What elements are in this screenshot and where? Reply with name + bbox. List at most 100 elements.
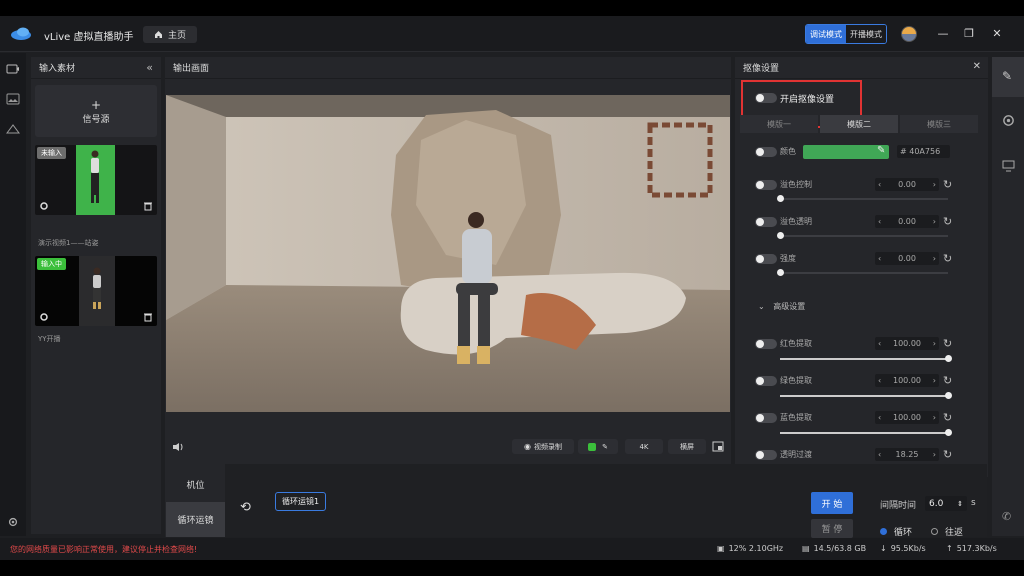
loop-camera-chip[interactable]: 循环运镜1 (275, 492, 326, 511)
tab-template-3[interactable]: 模版三 (900, 115, 978, 133)
param-slider[interactable] (780, 429, 952, 436)
settings-icon[interactable] (6, 516, 20, 528)
param-slider[interactable] (780, 355, 952, 362)
strength-toggle[interactable] (755, 254, 777, 264)
settings-icon[interactable] (1002, 114, 1015, 127)
chevron-left-icon[interactable]: ‹ (878, 376, 881, 385)
scene-icon[interactable] (6, 123, 20, 135)
volume-icon[interactable] (172, 442, 184, 452)
monitor-icon[interactable] (1002, 160, 1015, 172)
chevron-right-icon[interactable]: › (933, 254, 936, 263)
live-mode-button[interactable]: 开播模式 (846, 25, 886, 43)
video-record-button[interactable]: ◉ 视频录制 (512, 439, 574, 454)
spill-control-toggle[interactable] (755, 180, 777, 190)
enable-keying-label: 开启抠像设置 (780, 95, 835, 105)
alpha-transition-toggle[interactable] (755, 450, 777, 460)
chevron-left-icon[interactable]: ‹ (878, 217, 881, 226)
reset-icon[interactable]: ↻ (943, 252, 952, 265)
param-stepper[interactable]: ‹ 0.00 › (875, 178, 939, 191)
param-stepper[interactable]: ‹ 100.00 › (875, 337, 939, 350)
add-source-button[interactable]: + 信号源 (35, 85, 157, 137)
interval-stepper[interactable]: 6.0 ⇕ (925, 496, 967, 511)
reset-icon[interactable]: ↻ (943, 411, 952, 424)
home-button[interactable]: 主页 (143, 26, 197, 43)
spill-transparency-toggle[interactable] (755, 217, 777, 227)
tab-camera-position[interactable]: 机位 (166, 468, 225, 500)
chevron-right-icon[interactable]: › (933, 217, 936, 226)
phone-icon[interactable]: ✆ (1002, 510, 1011, 523)
param-stepper[interactable]: ‹ 18.25 › (875, 448, 939, 461)
avatar[interactable] (901, 26, 917, 42)
collapse-icon[interactable]: « (146, 61, 153, 74)
resolution-button[interactable]: 4K (625, 439, 663, 454)
chevron-right-icon[interactable]: › (933, 413, 936, 422)
restore-icon[interactable]: ❐ (961, 25, 977, 41)
param-label: 溢色控制 (780, 180, 812, 189)
orientation-button[interactable]: 横屏 (668, 439, 706, 454)
chevron-right-icon[interactable]: › (933, 376, 936, 385)
param-stepper[interactable]: ‹ 100.00 › (875, 411, 939, 424)
param-slider[interactable] (777, 232, 948, 239)
blue-extract-toggle[interactable] (755, 413, 777, 423)
advanced-settings-toggle[interactable]: ⌄ 高级设置 (758, 301, 805, 312)
home-label: 主页 (167, 31, 186, 41)
color-hex-input[interactable]: # 40A756 (897, 145, 950, 158)
reset-icon[interactable]: ↻ (943, 215, 952, 228)
close-icon[interactable]: ✕ (989, 25, 1005, 41)
close-icon[interactable]: ✕ (973, 61, 981, 72)
start-button[interactable]: 开 始 (811, 492, 853, 514)
param-label: 强度 (780, 254, 796, 263)
param-row: 透明过渡 ‹ 18.25 › ↻ (755, 448, 955, 461)
upload-status: ↑ 517.3Kb/s (946, 544, 997, 553)
param-stepper[interactable]: ‹ 100.00 › (875, 374, 939, 387)
tab-loop-camera[interactable]: 循环运镜 (166, 502, 225, 537)
chevron-right-icon[interactable]: › (933, 339, 936, 348)
enable-keying-toggle[interactable] (755, 93, 777, 103)
red-extract-toggle[interactable] (755, 339, 777, 349)
chevron-left-icon[interactable]: ‹ (878, 413, 881, 422)
trash-icon[interactable] (143, 312, 153, 322)
reset-icon[interactable]: ↻ (943, 448, 952, 461)
minimize-icon[interactable]: — (935, 25, 951, 41)
video-source-icon[interactable] (6, 63, 20, 75)
person-thumbnail (91, 150, 99, 203)
trash-icon[interactable] (143, 201, 153, 211)
reset-icon[interactable]: ↻ (943, 374, 952, 387)
fullscreen-icon[interactable] (712, 441, 724, 452)
tab-template-2[interactable]: 模版二 (820, 115, 898, 133)
output-preview[interactable] (166, 95, 730, 412)
pingpong-radio[interactable]: 往返 (931, 525, 963, 538)
image-icon[interactable] (6, 93, 20, 105)
chevron-right-icon[interactable]: › (933, 180, 936, 189)
pause-button[interactable]: 暂 停 (811, 519, 853, 538)
green-extract-toggle[interactable] (755, 376, 777, 386)
gear-icon[interactable] (39, 201, 49, 211)
eyedropper-icon: ✎ (602, 442, 608, 451)
param-stepper[interactable]: ‹ 0.00 › (875, 252, 939, 265)
param-slider[interactable] (780, 392, 952, 399)
param-value: 0.00 (898, 180, 916, 189)
param-slider[interactable] (777, 269, 948, 276)
eyedropper-icon[interactable]: ✎ (877, 145, 885, 156)
source-card[interactable]: 输入中 (35, 256, 157, 326)
upload-icon: ↑ (946, 544, 953, 553)
chevron-left-icon[interactable]: ‹ (878, 339, 881, 348)
stepper-arrows-icon[interactable]: ⇕ (957, 500, 963, 508)
param-slider[interactable] (777, 195, 948, 202)
source-card[interactable]: 未输入 (35, 145, 157, 215)
reset-icon[interactable]: ↻ (943, 178, 952, 191)
loop-radio[interactable]: 循环 (880, 525, 912, 538)
reset-icon[interactable]: ↻ (943, 337, 952, 350)
param-stepper[interactable]: ‹ 0.00 › (875, 215, 939, 228)
debug-mode-button[interactable]: 调试模式 (806, 25, 846, 43)
chevron-left-icon[interactable]: ‹ (878, 254, 881, 263)
tab-template-1[interactable]: 模版一 (740, 115, 818, 133)
chevron-left-icon[interactable]: ‹ (878, 180, 881, 189)
color-toggle[interactable] (755, 147, 777, 157)
gear-icon[interactable] (39, 312, 49, 322)
color-picker-button[interactable]: ✎ (578, 439, 618, 454)
history-icon[interactable]: ⟲ (240, 500, 251, 515)
keying-rail-item[interactable]: ✎ (992, 57, 1024, 97)
chevron-left-icon[interactable]: ‹ (878, 450, 881, 459)
chevron-right-icon[interactable]: › (933, 450, 936, 459)
